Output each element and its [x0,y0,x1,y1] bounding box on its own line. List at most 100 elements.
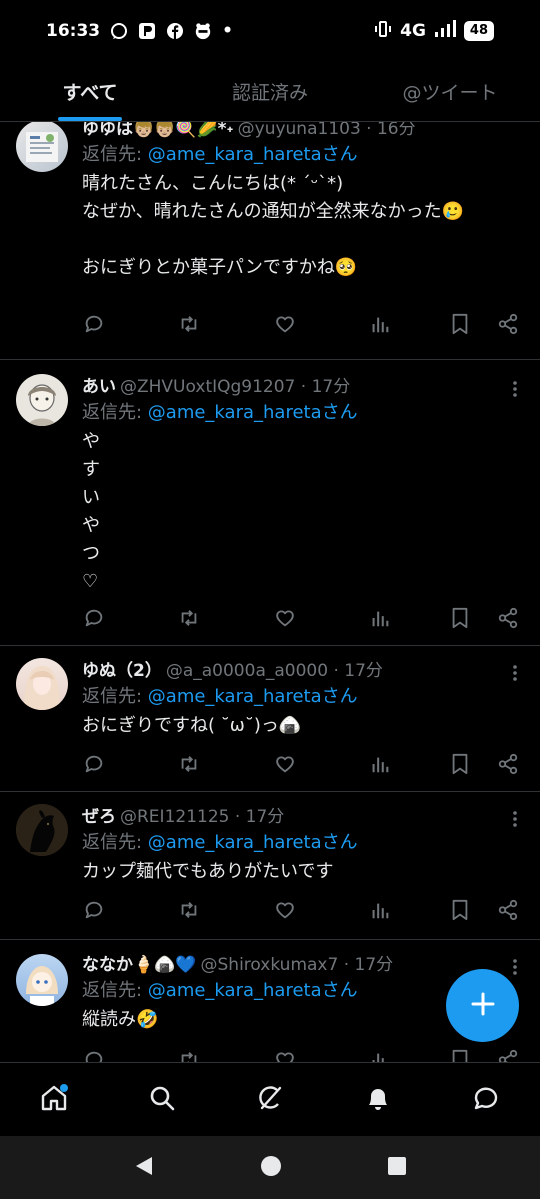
tweet-header: ゆぬ（2） @a_a0000a_a0000 · 17分 [82,654,524,682]
nav-grok[interactable] [250,1080,290,1120]
views-icon[interactable] [368,898,392,922]
bookmark-icon[interactable] [448,606,472,630]
reply-icon[interactable] [82,1048,106,1062]
tab-all[interactable]: すべて [0,62,180,121]
status-time: 16:33 [46,21,101,41]
reply-link[interactable]: @ame_kara_haretaさん [148,402,358,423]
reply-icon[interactable] [82,752,106,776]
reply-handle[interactable]: @ame_kara_hareta [148,980,322,1001]
more-vertical-icon[interactable] [512,664,518,682]
facebook-icon [166,22,184,40]
retweet-icon[interactable] [177,312,201,336]
home-circle-icon[interactable] [259,1154,283,1182]
handle-and-time: @a_a0000a_a0000 · 17分 [165,660,383,681]
app-notification-icon [138,22,156,40]
reply-prefix: 返信先: [82,980,148,1001]
share-icon[interactable] [496,312,520,336]
reply-link[interactable]: @ame_kara_haretaさん [148,832,358,853]
tweet-header: ななか🍦🍙💙 @Shiroxkumax7 · 17分 [82,948,524,976]
reply-handle[interactable]: @ame_kara_hareta [148,832,322,853]
battery-indicator: 48 [463,21,494,41]
reply-icon[interactable] [82,606,106,630]
status-left: 16:33 • [46,21,233,41]
share-icon[interactable] [496,1048,520,1062]
status-dot: • [222,21,233,41]
tweet-header: ぜろ @REI121125 · 17分 [82,800,524,828]
signal-icon [434,19,456,43]
vibrate-icon [374,20,392,43]
share-icon[interactable] [496,606,520,630]
tweet-text: おにぎりですね( ˘ω˘)っ🍙 [82,715,302,736]
share-icon[interactable] [496,898,520,922]
nav-messages[interactable] [466,1080,506,1120]
back-icon[interactable] [132,1154,156,1182]
avatar[interactable] [16,122,68,172]
views-icon[interactable] [368,752,392,776]
chat-notification-icon [110,22,128,40]
app-badge-icon [194,22,212,40]
bookmark-icon[interactable] [448,1048,472,1062]
heart-icon[interactable] [273,312,297,336]
avatar[interactable] [16,954,68,1006]
nav-notifications[interactable] [358,1080,398,1120]
display-name[interactable]: あい [82,372,116,397]
retweet-icon[interactable] [177,752,201,776]
nav-search[interactable] [142,1080,182,1120]
reply-handle[interactable]: @ame_kara_hareta [148,144,322,165]
display-name[interactable]: ゆぬ（2） [82,656,162,681]
system-navigation-bar [0,1136,540,1199]
heart-icon[interactable] [273,1048,297,1062]
views-icon[interactable] [368,606,392,630]
nav-home[interactable] [34,1080,74,1120]
retweet-icon[interactable] [177,1048,201,1062]
tweet[interactable]: ゆぬ（2） @a_a0000a_a0000 · 17分 返信先: @ame_ka… [0,646,540,792]
more-vertical-icon[interactable] [512,810,518,828]
heart-icon[interactable] [273,606,297,630]
reply-link[interactable]: @ame_kara_haretaさん [148,144,358,165]
tweet-text: や す い や つ ♡ [82,431,100,592]
tweet[interactable]: ぜろ @REI121125 · 17分 返信先: @ame_kara_haret… [0,792,540,940]
avatar[interactable] [16,658,68,710]
tweet[interactable]: あい @ZHVUoxtIQg91207 · 17分 返信先: @ame_kara… [0,360,540,646]
views-icon[interactable] [368,312,392,336]
status-bar: 16:33 • 4G 48 [0,0,540,62]
tweet[interactable]: ゆゆは👦🏼👦🏼🍭🌽*˖ @yuyuna1103 · 16分 返信先: @ame_… [0,122,540,360]
reply-icon[interactable] [82,898,106,922]
views-icon[interactable] [368,1048,392,1062]
bookmark-icon[interactable] [448,898,472,922]
handle-and-time: @ZHVUoxtIQg91207 · 17分 [120,376,351,397]
reply-icon[interactable] [82,312,106,336]
retweet-icon[interactable] [177,606,201,630]
display-name[interactable]: ななか🍦🍙💙 [82,950,197,975]
tweet-actions [82,896,520,924]
recents-icon[interactable] [386,1155,408,1181]
reply-link[interactable]: @ame_kara_haretaさん [148,980,358,1001]
avatar[interactable] [16,804,68,856]
tab-mentions[interactable]: @ツイート [360,62,540,121]
retweet-icon[interactable] [177,898,201,922]
notification-feed[interactable]: ゆゆは👦🏼👦🏼🍭🌽*˖ @yuyuna1103 · 16分 返信先: @ame_… [0,122,540,1062]
more-vertical-icon[interactable] [512,380,518,398]
reply-link[interactable]: @ame_kara_haretaさん [148,686,358,707]
tweet-header: あい @ZHVUoxtIQg91207 · 17分 [82,370,524,398]
display-name[interactable]: ゆゆは👦🏼👦🏼🍭🌽*˖ [82,122,234,139]
bookmark-icon[interactable] [448,752,472,776]
tweet-actions [82,310,520,338]
reply-handle[interactable]: @ame_kara_hareta [148,686,322,707]
tweet-header: ゆゆは👦🏼👦🏼🍭🌽*˖ @yuyuna1103 · 16分 [82,122,524,140]
heart-icon[interactable] [273,752,297,776]
tweet-text: カップ麺代でもありがたいです [82,861,334,882]
share-icon[interactable] [496,752,520,776]
heart-icon[interactable] [273,898,297,922]
reply-handle[interactable]: @ame_kara_hareta [148,402,322,423]
status-right: 4G 48 [374,19,494,43]
tweet-actions [82,1046,520,1062]
more-vertical-icon[interactable] [512,958,518,976]
tab-verified[interactable]: 認証済み [180,62,360,121]
reply-suffix: さん [321,144,358,165]
compose-button[interactable] [446,969,519,1042]
avatar[interactable] [16,374,68,426]
display-name[interactable]: ぜろ [82,802,116,827]
bookmark-icon[interactable] [448,312,472,336]
reply-suffix: さん [321,832,358,853]
